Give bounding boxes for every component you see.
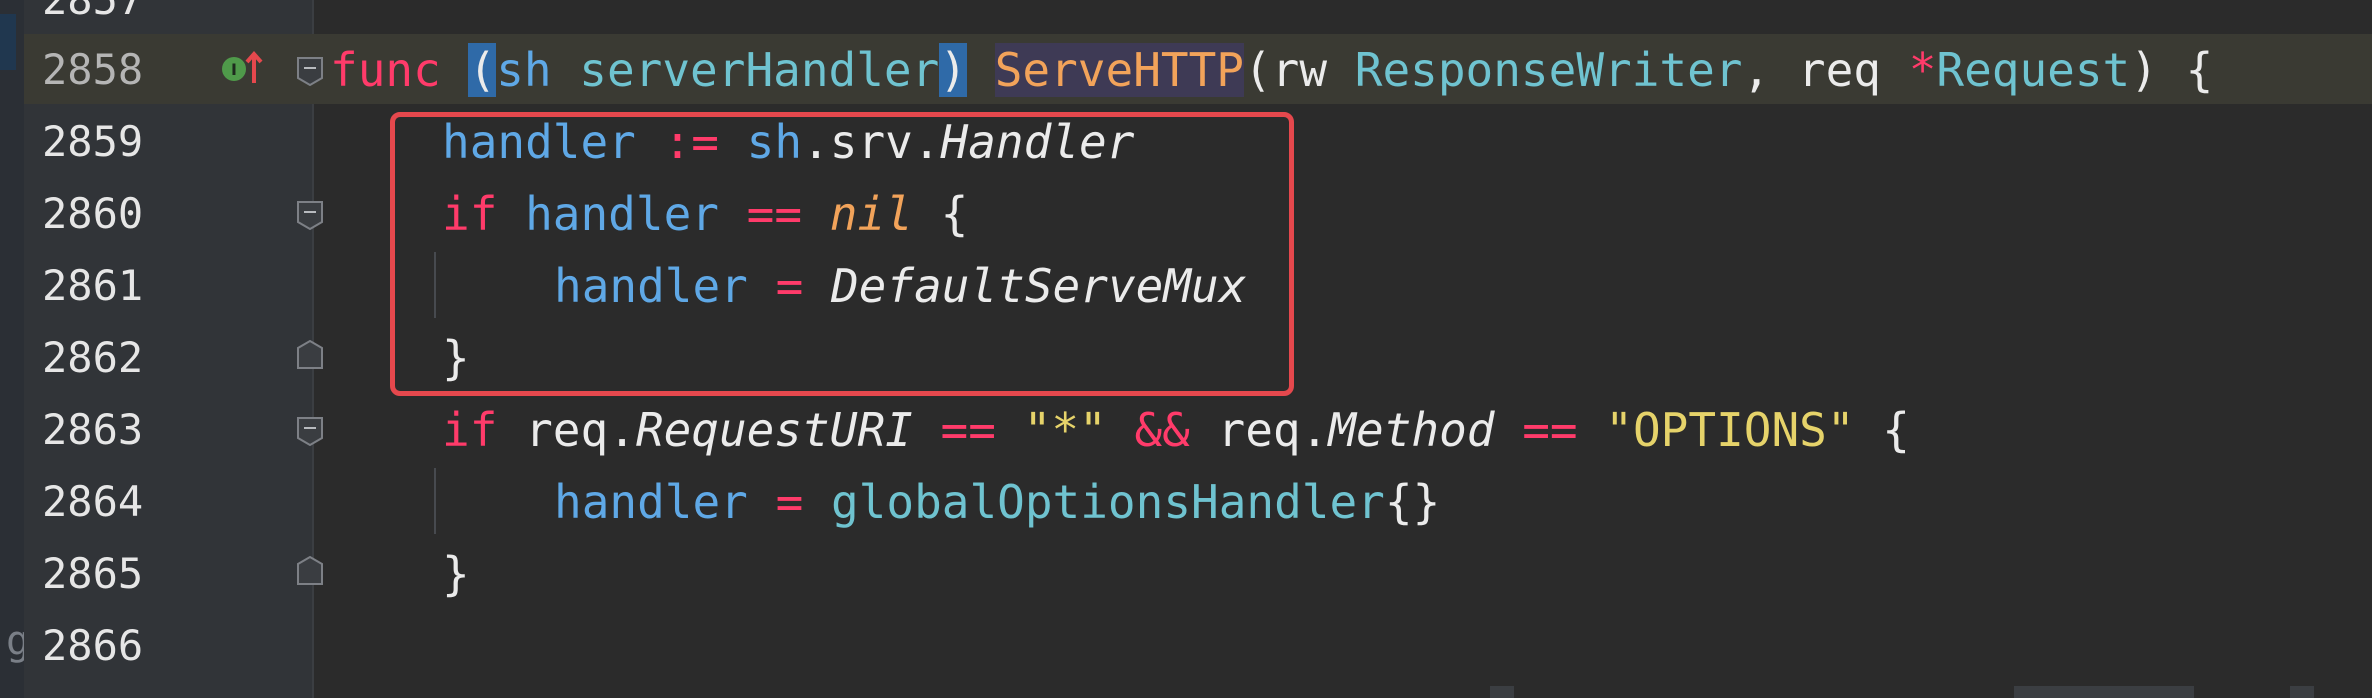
code-editor[interactable]: g 2857 2858 I func (sh serverHandler) Se… <box>0 0 2372 698</box>
dot: . <box>608 403 636 457</box>
op-equals: == <box>940 403 996 457</box>
svg-text:I: I <box>231 60 237 79</box>
line-number: 2857 <box>42 0 162 36</box>
fold-open-icon[interactable] <box>296 200 324 230</box>
code-line-2858[interactable]: 2858 I func (sh serverHandler) ServeHTTP… <box>0 34 2372 106</box>
var-handler: handler <box>554 475 748 529</box>
string-options: "OPTIONS" <box>1605 403 1855 457</box>
args-open: ( <box>1243 43 1272 97</box>
line-number: 2861 <box>42 261 144 310</box>
code-line-2863[interactable]: 2863 if req.RequestURI == "*" && req.Met… <box>0 394 2372 466</box>
fold-open-icon[interactable] <box>296 416 324 446</box>
line-number: 2864 <box>42 477 144 526</box>
arg-rw-type: ResponseWriter <box>1354 43 1743 97</box>
code-text[interactable]: handler = globalOptionsHandler{} <box>554 466 1440 538</box>
line-number: 2858 <box>42 45 144 94</box>
open-brace: { <box>2157 43 2214 97</box>
code-line-2864[interactable]: 2864 handler = globalOptionsHandler{} <box>0 466 2372 538</box>
braces: {} <box>1384 475 1441 529</box>
code-text[interactable]: if req.RequestURI == "*" && req.Method =… <box>442 394 1910 466</box>
obj-req: req <box>1217 403 1301 457</box>
dot: . <box>1300 403 1329 457</box>
line-number: 2862 <box>42 333 144 382</box>
receiver-type: serverHandler <box>579 43 940 97</box>
highlight-annotation-box <box>390 112 1294 396</box>
line-number: 2863 <box>42 405 144 454</box>
bottom-edge-mark <box>2290 686 2314 698</box>
field-method: Method <box>1328 403 1495 457</box>
open-brace: { <box>1882 403 1910 457</box>
code-text[interactable]: func (sh serverHandler) ServeHTTP(rw Res… <box>330 34 2213 106</box>
op-equals: == <box>1522 403 1578 457</box>
method-name: ServeHTTP <box>994 43 1244 97</box>
pointer-star: * <box>1908 43 1937 97</box>
arg-req: req <box>1797 43 1881 97</box>
code-line-2866[interactable]: 2866 <box>0 610 2372 682</box>
obj-req: req <box>525 403 609 457</box>
code-text[interactable]: } <box>442 538 470 610</box>
line-number: 2865 <box>42 549 144 598</box>
op-and: && <box>1134 403 1190 457</box>
fold-close-icon[interactable] <box>296 340 324 370</box>
arg-req-type: Request <box>1936 43 2131 97</box>
code-line-2857[interactable]: 2857 <box>0 0 2372 36</box>
arg-rw: rw <box>1271 43 1328 97</box>
paren-close: ) <box>939 43 968 97</box>
keyword-func: func <box>330 43 441 97</box>
code-line-2865[interactable]: 2865 } <box>0 538 2372 610</box>
bottom-edge-mark <box>2014 686 2194 698</box>
comma: , <box>1742 43 1798 97</box>
op-assign: = <box>775 475 804 529</box>
keyword-if: if <box>442 403 498 457</box>
args-close: ) <box>2130 43 2158 97</box>
paren-open: ( <box>468 43 497 97</box>
field-request-uri: RequestURI <box>635 403 913 457</box>
type-global-options-handler: globalOptionsHandler <box>830 475 1385 529</box>
line-number: 2860 <box>42 189 144 238</box>
implementation-gutter-icon[interactable]: I <box>218 45 266 93</box>
receiver-name: sh <box>496 43 552 97</box>
bottom-edge-mark <box>1490 686 1514 698</box>
fold-close-icon[interactable] <box>296 556 324 586</box>
close-brace: } <box>442 547 470 601</box>
fold-open-icon[interactable] <box>296 56 324 86</box>
string-star: "*" <box>1023 403 1107 457</box>
line-number: 2866 <box>42 621 144 670</box>
line-number: 2859 <box>42 117 144 166</box>
indent-guide <box>434 468 436 534</box>
